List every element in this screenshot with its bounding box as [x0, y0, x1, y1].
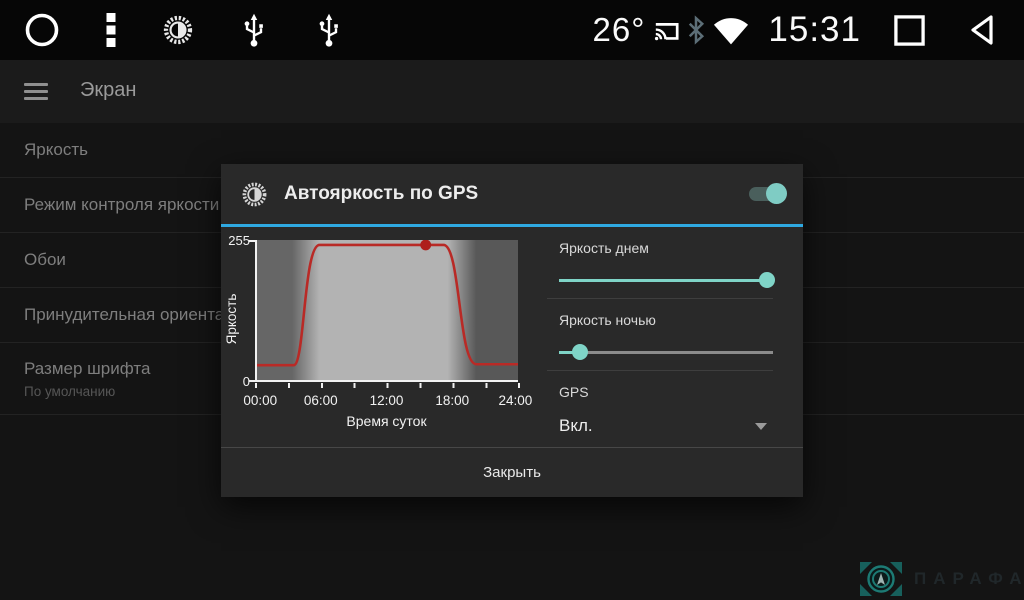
day-brightness-slider[interactable] [559, 270, 773, 290]
brand-logo-icon [858, 560, 904, 598]
dialog-header: Автояркость по GPS [221, 164, 803, 227]
slider-thumb[interactable] [759, 272, 775, 288]
x-tick-labels: 00:00 06:00 12:00 18:00 24:00 [255, 393, 518, 409]
chart-plot-area [255, 240, 518, 382]
slider-thumb[interactable] [572, 344, 588, 360]
brand-name: ПАРАФАР [914, 569, 1024, 589]
status-bar-left [24, 12, 344, 48]
overflow-menu-icon [105, 13, 117, 47]
gps-label: GPS [559, 384, 773, 400]
usb-icon [239, 12, 269, 48]
night-brightness-label: Яркость ночью [559, 312, 773, 328]
screen: 26° 15:31 [0, 0, 1024, 600]
chevron-down-icon [755, 423, 767, 430]
x-tick-marks [255, 383, 520, 388]
night-brightness-group: Яркость ночью [547, 299, 773, 371]
gps-selected-value: Вкл. [559, 416, 593, 436]
gps-group: GPS Вкл. [547, 371, 773, 444]
app-header: Экран [0, 60, 1024, 123]
back-button[interactable] [966, 13, 1000, 47]
usb-icon [314, 12, 344, 48]
bluetooth-icon [685, 15, 707, 45]
close-button[interactable]: Закрыть [221, 447, 803, 497]
brightness-icon [241, 181, 268, 208]
x-axis-label: Время суток [255, 413, 518, 429]
page-title: Экран [80, 79, 136, 102]
current-time-marker [420, 240, 431, 250]
gps-dropdown[interactable]: Вкл. [559, 416, 773, 436]
clock: 15:31 [768, 10, 861, 50]
y-tick-max: 255 [221, 233, 250, 248]
toggle-thumb [766, 183, 787, 204]
cast-icon [653, 18, 680, 42]
y-axis-label: Яркость [224, 259, 240, 379]
dialog-body: 255 0 Яркость 00:00 06:00 12:00 18:00 [221, 227, 803, 444]
recents-square-button[interactable] [893, 14, 926, 47]
auto-brightness-dialog: Автояркость по GPS 255 0 Яркость [221, 164, 803, 497]
temperature-readout: 26° [593, 11, 646, 49]
day-brightness-label: Яркость днем [559, 240, 773, 256]
night-brightness-slider[interactable] [559, 342, 773, 362]
brand-watermark: ПАРАФАР [858, 560, 1024, 598]
menu-icon[interactable] [24, 83, 48, 100]
auto-brightness-toggle[interactable] [749, 187, 783, 201]
status-bar-right: 26° 15:31 [593, 10, 1001, 50]
wifi-icon [712, 15, 750, 45]
status-bar: 26° 15:31 [0, 0, 1024, 60]
dialog-title: Автояркость по GPS [284, 183, 478, 205]
brightness-curve [257, 240, 518, 380]
brightness-icon [162, 14, 194, 46]
dialog-controls: Яркость днем Яркость ночью [547, 227, 773, 444]
day-brightness-group: Яркость днем [547, 227, 773, 299]
record-circle-icon [24, 12, 60, 48]
